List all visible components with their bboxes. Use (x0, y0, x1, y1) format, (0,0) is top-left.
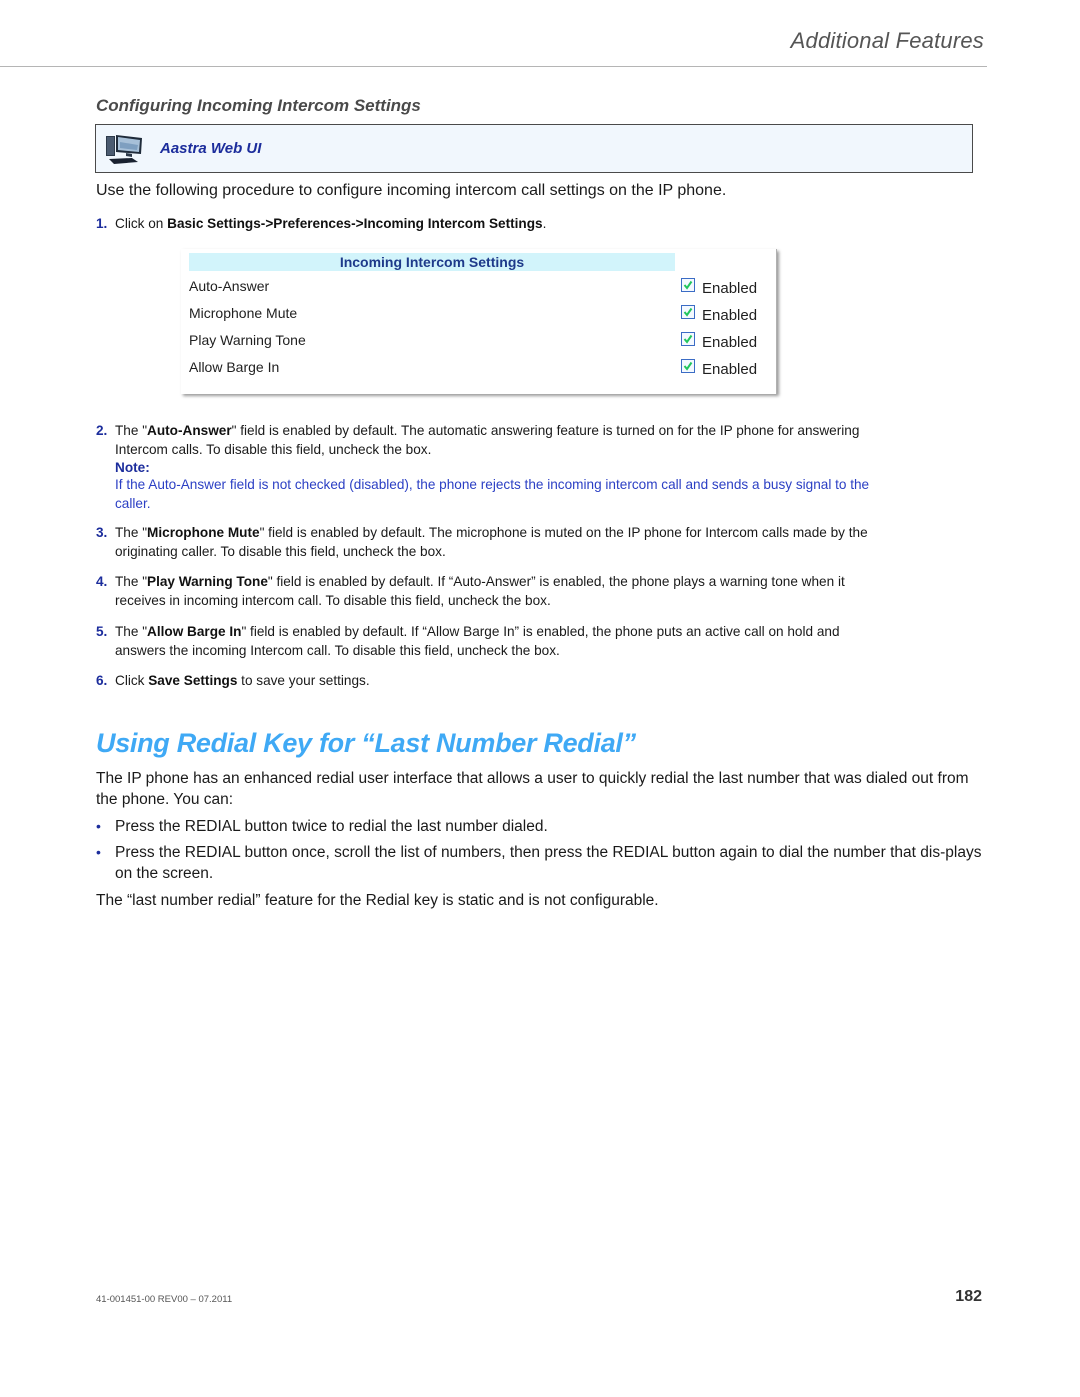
page-number: 182 (955, 1288, 982, 1305)
field-name: Microphone Mute (147, 525, 260, 540)
field-name: Auto-Answer (147, 423, 232, 438)
step-number: 6. (96, 673, 108, 688)
redial-intro: The IP phone has an enhanced redial user… (96, 770, 969, 808)
panel-header: Incoming Intercom Settings (189, 253, 675, 271)
computer-monitor-icon (104, 132, 144, 166)
redial-section-heading: Using Redial Key for “Last Number Redial… (96, 728, 636, 758)
button-name: Save Settings (148, 673, 238, 688)
step-text: The " (115, 423, 148, 438)
enabled-label: Enabled (702, 307, 758, 324)
step-text: The " (115, 624, 148, 639)
setting-label: Allow Barge In (189, 359, 280, 375)
procedure-step-1: 1. Click on Basic Settings->Preferences-… (96, 214, 876, 233)
redial-closing: The “last number redial” feature for the… (96, 892, 659, 909)
step-number: 1. (96, 216, 108, 231)
setting-row-play-warning-tone: Play Warning Tone Enabled (189, 330, 769, 352)
checkmark-icon (683, 361, 693, 371)
step-text: . (542, 216, 547, 231)
procedure-step-3: 3. The "Microphone Mute" field is enable… (96, 523, 876, 561)
field-name: Play Warning Tone (147, 574, 268, 589)
play-warning-tone-checkbox[interactable] (681, 332, 695, 346)
document-id: 41-001451-00 REV00 – 07.2011 (96, 1294, 233, 1305)
incoming-intercom-settings-panel: Incoming Intercom Settings Auto-Answer E… (181, 249, 777, 394)
enabled-label: Enabled (702, 361, 758, 378)
redial-bullet-1: • Press the REDIAL button twice to redia… (96, 816, 986, 837)
running-header-title: Additional Features (790, 28, 984, 53)
step-number: 4. (96, 574, 108, 589)
menu-path: Basic Settings->Preferences->Incoming In… (167, 216, 543, 231)
setting-label: Microphone Mute (189, 305, 298, 321)
step-number: 3. (96, 525, 108, 540)
setting-label: Play Warning Tone (189, 332, 306, 348)
setting-row-microphone-mute: Microphone Mute Enabled (189, 303, 769, 325)
field-name: Allow Barge In (147, 624, 242, 639)
procedure-step-6: 6. Click Save Settings to save your sett… (96, 671, 876, 690)
header-divider (0, 66, 987, 67)
enabled-label: Enabled (702, 280, 758, 297)
procedure-step-5: 5. The "Allow Barge In" field is enabled… (96, 622, 876, 660)
step-text: to save your settings. (237, 673, 370, 688)
step-number: 2. (96, 423, 108, 438)
aastra-web-ui-callout: Aastra Web UI (95, 124, 973, 173)
setting-label: Auto-Answer (189, 278, 270, 294)
allow-barge-in-checkbox[interactable] (681, 359, 695, 373)
microphone-mute-checkbox[interactable] (681, 305, 695, 319)
checkmark-icon (683, 334, 693, 344)
bullet-text: Press the REDIAL button once, scroll the… (115, 844, 982, 882)
auto-answer-checkbox[interactable] (681, 278, 695, 292)
step-text: The " (115, 525, 148, 540)
section-title: Configuring Incoming Intercom Settings (96, 96, 421, 115)
procedure-intro: Use the following procedure to configure… (96, 182, 727, 199)
aastra-web-ui-label: Aastra Web UI (160, 140, 262, 157)
checkmark-icon (683, 307, 693, 317)
setting-row-allow-barge-in: Allow Barge In Enabled (189, 357, 769, 379)
step-text: Click on (115, 216, 168, 231)
checkmark-icon (683, 280, 693, 290)
bullet-text: Press the REDIAL button twice to redial … (115, 818, 548, 835)
step-text: The " (115, 574, 148, 589)
step-text: Click (115, 673, 149, 688)
bullet-icon: • (96, 844, 101, 860)
setting-row-auto-answer: Auto-Answer Enabled (189, 276, 769, 298)
step-number: 5. (96, 624, 108, 639)
procedure-step-2: 2. The "Auto-Answer" field is enabled by… (96, 421, 876, 513)
enabled-label: Enabled (702, 334, 758, 351)
bullet-icon: • (96, 818, 101, 834)
procedure-step-4: 4. The "Play Warning Tone" field is enab… (96, 572, 876, 610)
redial-bullet-2: • Press the REDIAL button once, scroll t… (96, 842, 986, 884)
note-text: If the Auto-Answer field is not checked … (115, 477, 870, 511)
